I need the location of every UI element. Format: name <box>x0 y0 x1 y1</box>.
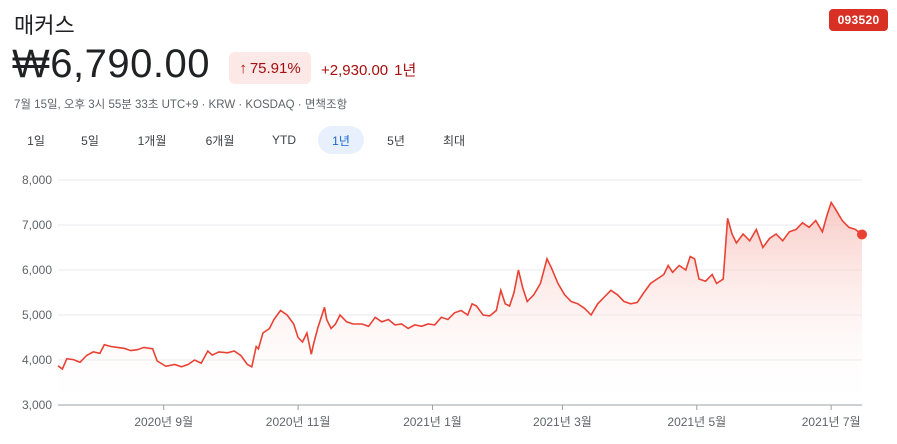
quote-meta: 7월 15일, 오후 3시 55분 33초 UTC+9 · KRW · KOSD… <box>14 99 348 111</box>
percent-change-chip: ↑ 75.91% <box>229 52 311 84</box>
x-tick-label: 2020년 9월 <box>134 415 193 429</box>
percent-change: 75.91% <box>249 59 301 77</box>
y-axis: 3,000 4,000 5,000 6,000 7,000 8,000 <box>22 173 52 412</box>
x-tick-label: 2021년 3월 <box>533 415 592 429</box>
ticker-badge[interactable]: 093520 <box>829 9 888 31</box>
x-tick-label: 2020년 11월 <box>266 415 331 429</box>
absolute-change: +2,930.00 1년 <box>321 59 416 80</box>
stock-name: 매커스 <box>14 13 75 38</box>
y-tick-label: 4,000 <box>22 353 52 367</box>
x-tick-label: 2021년 1월 <box>403 415 462 429</box>
tab-ytd[interactable]: YTD <box>262 126 306 154</box>
x-tick-label: 2021년 7월 <box>802 415 861 429</box>
tab-1m[interactable]: 1개월 <box>127 126 177 154</box>
y-tick-label: 7,000 <box>22 218 52 232</box>
y-tick-label: 5,000 <box>22 308 52 322</box>
price-chart[interactable]: 3,0004,0005,0006,0007,0008,000 2020년 9월 2… <box>0 160 897 444</box>
tab-6m[interactable]: 6개월 <box>195 126 245 154</box>
tab-5d[interactable]: 5일 <box>72 126 108 154</box>
tab-5y[interactable]: 5년 <box>378 126 414 154</box>
tab-1d[interactable]: 1일 <box>18 126 54 154</box>
range-tabs: 1일 5일 1개월 6개월 YTD 1년 5년 최대 <box>0 126 897 154</box>
x-axis: 2020년 9월 2020년 11월 2021년 1월 2021년 3월 2021년 5… <box>134 405 861 429</box>
y-tick-label: 6,000 <box>22 263 52 277</box>
tab-1y[interactable]: 1년 <box>318 126 364 154</box>
tab-max[interactable]: 최대 <box>432 126 476 154</box>
arrow-up-icon: ↑ <box>239 59 247 77</box>
y-tick-label: 3,000 <box>22 398 52 412</box>
last-price-dot <box>857 229 867 240</box>
absolute-change-value: +2,930.00 <box>321 62 389 79</box>
x-tick-label: 2021년 5월 <box>667 415 726 429</box>
change-period: 1년 <box>394 62 417 79</box>
current-price: ₩6,790.00 <box>12 42 210 86</box>
y-tick-label: 8,000 <box>22 173 52 187</box>
price-area-fill <box>58 202 862 405</box>
